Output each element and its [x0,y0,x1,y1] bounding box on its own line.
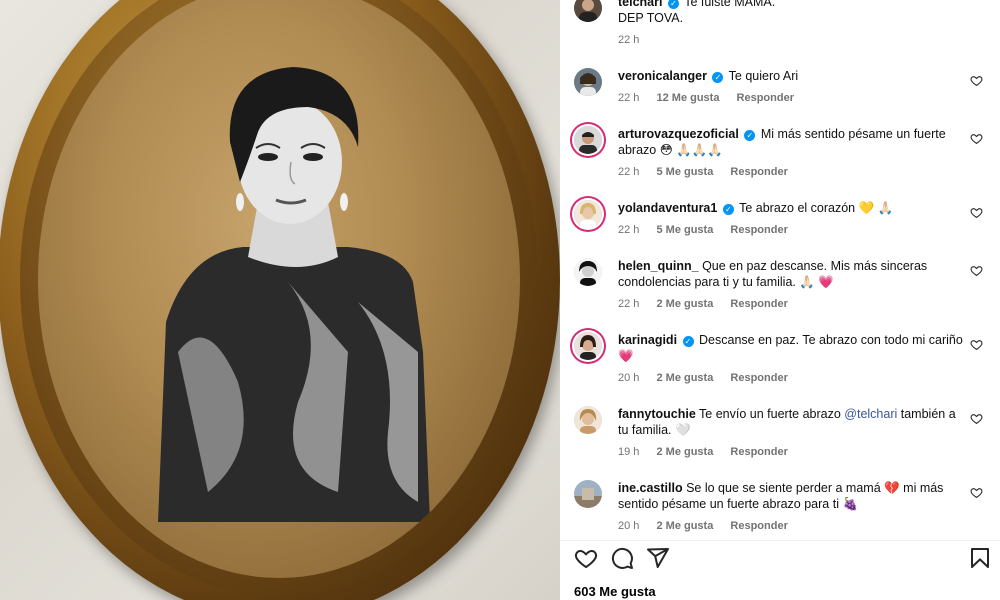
timestamp[interactable]: 20 h [618,520,639,532]
divider [560,540,1000,541]
heart-icon[interactable] [970,338,984,352]
mention-link[interactable]: @telchari [844,407,897,421]
comment-text: Te abrazo el corazón 💛 🙏🏻 [739,201,894,215]
avatar[interactable] [574,200,602,228]
verified-badge-icon: ✓ [744,130,756,141]
reply-button[interactable]: Responder [730,166,787,178]
avatar[interactable] [574,332,602,360]
timestamp[interactable]: 22 h [618,166,639,178]
avatar[interactable] [574,68,602,96]
reply-button[interactable]: Responder [730,446,787,458]
heart-icon[interactable] [970,206,984,220]
timestamp[interactable]: 22 h [618,92,639,104]
heart-icon[interactable] [970,264,984,278]
vintage-photo [38,0,520,578]
bookmark-icon[interactable] [968,546,992,570]
username[interactable]: ine.castillo [618,481,683,495]
avatar[interactable] [574,0,602,22]
portrait-illustration [158,67,430,522]
heart-icon[interactable] [970,486,984,500]
verified-badge-icon: ✓ [722,204,734,215]
username[interactable]: veronicalanger [618,69,707,83]
timestamp[interactable]: 20 h [618,372,639,384]
avatar[interactable] [574,480,602,508]
like-count[interactable]: 2 Me gusta [656,446,713,458]
caption-text-line2: DEP TOVA. [618,11,684,25]
comment-text: Te envío un fuerte abrazo [699,407,845,421]
like-count[interactable]: 2 Me gusta [656,372,713,384]
heart-icon[interactable] [970,132,984,146]
share-icon[interactable] [646,546,670,570]
timestamp[interactable]: 22 h [618,34,639,46]
comments-list[interactable]: telchari ✓ Te fuiste MAMÁ. DEP TOVA. 22 … [560,0,1000,540]
like-count-total[interactable]: 603 Me gusta [574,584,656,599]
comment-icon[interactable] [610,546,634,570]
timestamp[interactable]: 19 h [618,446,639,458]
username[interactable]: helen_quinn_ [618,259,699,273]
avatar[interactable] [574,406,602,434]
like-count[interactable]: 5 Me gusta [656,166,713,178]
heart-icon[interactable] [574,546,598,570]
verified-badge-icon: ✓ [667,0,679,9]
avatar[interactable] [574,258,602,286]
timestamp[interactable]: 22 h [618,298,639,310]
username[interactable]: fannytouchie [618,407,696,421]
reply-button[interactable]: Responder [730,372,787,384]
heart-icon[interactable] [970,74,984,88]
username[interactable]: yolandaventura1 [618,201,717,215]
comments-panel: telchari ✓ Te fuiste MAMÁ. DEP TOVA. 22 … [560,0,1000,600]
reply-button[interactable]: Responder [730,224,787,236]
caption-text-line1: Te fuiste MAMÁ. [684,0,776,9]
verified-badge-icon: ✓ [682,336,694,347]
comment-text: Te quiero Ari [728,69,799,83]
like-count[interactable]: 5 Me gusta [656,224,713,236]
oval-frame [0,0,560,600]
like-count[interactable]: 2 Me gusta [656,298,713,310]
reply-button[interactable]: Responder [737,92,794,104]
avatar[interactable] [574,126,602,154]
verified-badge-icon: ✓ [712,72,724,83]
reply-button[interactable]: Responder [730,298,787,310]
like-count[interactable]: 2 Me gusta [656,520,713,532]
username[interactable]: arturovazquezoficial [618,127,739,141]
username[interactable]: karinagidi [618,333,677,347]
post-actions [574,546,994,572]
post-image[interactable] [0,0,560,600]
timestamp[interactable]: 22 h [618,224,639,236]
like-count[interactable]: 12 Me gusta [656,92,719,104]
reply-button[interactable]: Responder [730,520,787,532]
username[interactable]: telchari [618,0,662,9]
heart-icon[interactable] [970,412,984,426]
